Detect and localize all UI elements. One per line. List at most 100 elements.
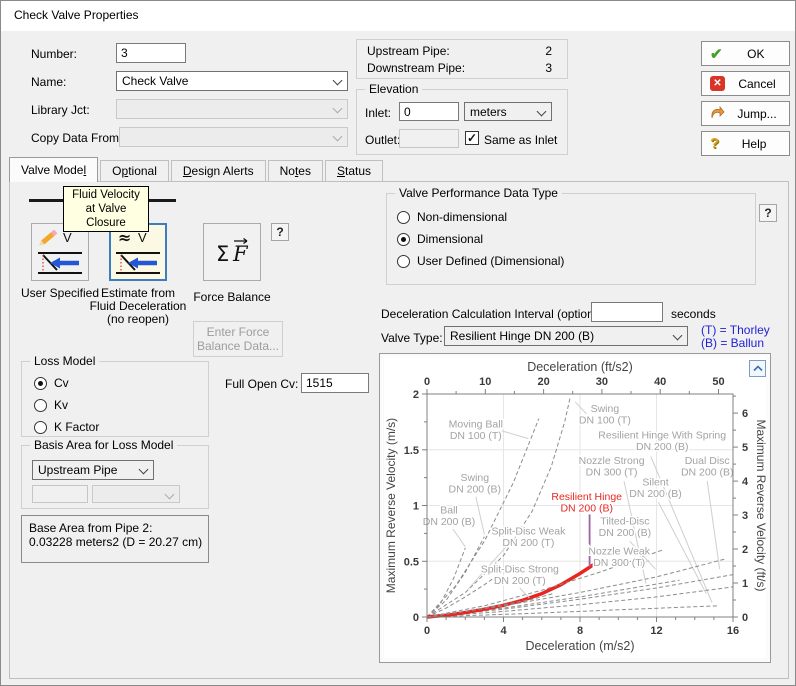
red-x-icon: ✕ <box>710 76 725 91</box>
radio-k-factor[interactable]: K Factor <box>34 420 99 434</box>
chevron-down-icon <box>164 489 175 500</box>
chevron-down-icon <box>672 330 683 341</box>
basis-area-combo[interactable]: Upstream Pipe <box>32 460 154 480</box>
full-open-cv-label: Full Open Cv: <box>225 377 299 391</box>
user-specified-icon: V <box>38 229 82 274</box>
svg-text:3: 3 <box>742 510 748 522</box>
number-input[interactable] <box>116 43 186 63</box>
radio-non-dimensional[interactable]: Non-dimensional <box>397 210 564 224</box>
svg-text:30: 30 <box>596 376 608 388</box>
svg-text:0: 0 <box>742 612 748 624</box>
svg-text:1: 1 <box>742 578 748 590</box>
curve-label: Swing DN 200 (B) <box>449 472 502 496</box>
valve-performance-chart: Moving Ball DN 100 (T) Swing DN 100 (T) Resi… <box>384 357 768 658</box>
decel-interval-unit: seconds <box>671 307 716 321</box>
svg-text:1.5: 1.5 <box>404 445 419 457</box>
radio-label: Kv <box>54 398 69 412</box>
basis-area-value-input <box>32 485 88 503</box>
title-bar: Check Valve Properties <box>1 1 795 31</box>
checkmark-icon: ✔ <box>710 45 723 63</box>
valve-performance-chart-panel: Moving Ball DN 100 (T) Swing DN 100 (T) Resi… <box>379 353 771 663</box>
inlet-elevation-input[interactable] <box>399 102 459 121</box>
collapse-chart-button[interactable] <box>749 360 766 377</box>
enter-force-balance-button: Enter Force Balance Data... <box>193 321 283 357</box>
svg-text:0: 0 <box>424 376 430 388</box>
performance-help-button[interactable]: ? <box>759 204 777 222</box>
leader-line <box>475 496 485 535</box>
full-open-cv-input[interactable] <box>301 373 369 393</box>
loss-model-group: Loss Model Cv Kv K Factor <box>21 354 209 437</box>
same-as-inlet-checkbox[interactable]: ✓ <box>465 131 479 145</box>
radio-cv[interactable]: Cv <box>34 376 99 390</box>
decel-interval-input[interactable] <box>591 302 663 322</box>
curve-label: Nozzle Strong DN 300 (T) <box>579 455 645 479</box>
performance-group-label: Valve Performance Data Type <box>395 186 562 200</box>
curve-label: Moving Ball DN 100 (T) <box>449 419 503 443</box>
copy-data-combo <box>119 127 348 147</box>
svg-text:V: V <box>63 230 72 245</box>
radio-user-defined-dimensional-[interactable]: User Defined (Dimensional) <box>397 254 564 268</box>
svg-text:V: V <box>138 230 147 245</box>
svg-text:5: 5 <box>742 442 748 454</box>
svg-text:12: 12 <box>650 625 662 637</box>
performance-data-type-group: Valve Performance Data Type Non-dimensio… <box>386 186 756 285</box>
svg-text:40: 40 <box>654 376 666 388</box>
svg-text:1: 1 <box>413 501 419 513</box>
svg-text:0.5: 0.5 <box>404 556 419 568</box>
inlet-label: Inlet: <box>365 106 392 120</box>
downstream-pipe-label: Downstream Pipe: <box>367 61 466 75</box>
chevron-down-icon <box>536 106 547 117</box>
leader-line <box>501 430 529 440</box>
curve-swing-dn-200-b- <box>426 536 485 618</box>
tab-status[interactable]: Status <box>324 160 383 182</box>
tab-valve-model[interactable]: Valve Model <box>9 157 99 182</box>
jump-arrow-icon <box>710 105 725 123</box>
tab-design-alerts[interactable]: Design Alerts <box>170 160 266 182</box>
svg-text:2: 2 <box>413 389 419 401</box>
radio-icon <box>397 232 410 246</box>
radio-icon <box>34 420 47 434</box>
same-as-inlet-label: Same as Inlet <box>484 133 558 147</box>
right-axis-title: Maximum Reverse Velocity (ft/s) <box>754 419 766 591</box>
svg-text:50: 50 <box>712 376 724 388</box>
ok-button[interactable]: ✔ OK <box>701 41 790 66</box>
force-balance-label: Force Balance <box>193 290 271 304</box>
base-area-info-box: Base Area from Pipe 2: 0.03228 meters2 (… <box>21 515 209 563</box>
jump-button[interactable]: Jump... <box>701 101 790 126</box>
fluid-deceleration-icon: ≈ V <box>116 228 160 274</box>
curve-label: Split-Disc Weak DN 200 (T) <box>491 526 566 550</box>
tab-notes[interactable]: Notes <box>267 160 323 182</box>
svg-text:F: F <box>232 242 249 266</box>
upstream-pipe-label: Upstream Pipe: <box>367 44 450 58</box>
svg-text:10: 10 <box>479 376 491 388</box>
cancel-button[interactable]: ✕ Cancel <box>701 71 790 96</box>
thorley-note: (T) = Thorley <box>701 323 770 337</box>
force-balance-button[interactable]: Σ F <box>203 223 261 281</box>
help-button[interactable]: ? Help <box>701 131 790 156</box>
inlet-unit-combo[interactable]: meters <box>464 102 552 121</box>
number-label: Number: <box>31 47 78 61</box>
name-label: Name: <box>31 75 67 89</box>
name-combo[interactable]: Check Valve <box>116 71 348 91</box>
curve-label: Tilted-Disc DN 200 (B) <box>599 516 652 540</box>
valve-type-combo[interactable]: Resilient Hinge DN 200 (B) <box>444 326 688 346</box>
svg-text:4: 4 <box>500 625 507 637</box>
valve-type-label: Valve Type: <box>381 331 443 345</box>
radio-kv[interactable]: Kv <box>34 398 99 412</box>
curve-split-disc-weak-dn-200-t- <box>426 577 495 618</box>
fluid-velocity-tooltip: Fluid Velocity at Valve Closure <box>63 186 149 232</box>
svg-text:6: 6 <box>742 408 748 420</box>
chevron-down-icon <box>332 131 343 142</box>
elevation-group: Elevation Inlet: meters Outlet: ✓ Same a… <box>356 82 568 155</box>
svg-text:8: 8 <box>577 625 583 637</box>
decel-interval-label: Deceleration Calculation Interval (optio… <box>381 307 611 321</box>
radio-icon <box>34 376 47 390</box>
loss-model-group-label: Loss Model <box>30 354 100 368</box>
model-help-button[interactable]: ? <box>271 223 289 241</box>
curve-label: Resilient Hinge DN 200 (B) <box>551 491 622 515</box>
tab-optional[interactable]: Optional <box>100 160 169 182</box>
curve-label: Split-Disc Strong DN 200 (T) <box>481 563 559 587</box>
chevron-down-icon <box>332 75 343 86</box>
svg-text:0: 0 <box>413 612 419 624</box>
radio-dimensional[interactable]: Dimensional <box>397 232 564 246</box>
